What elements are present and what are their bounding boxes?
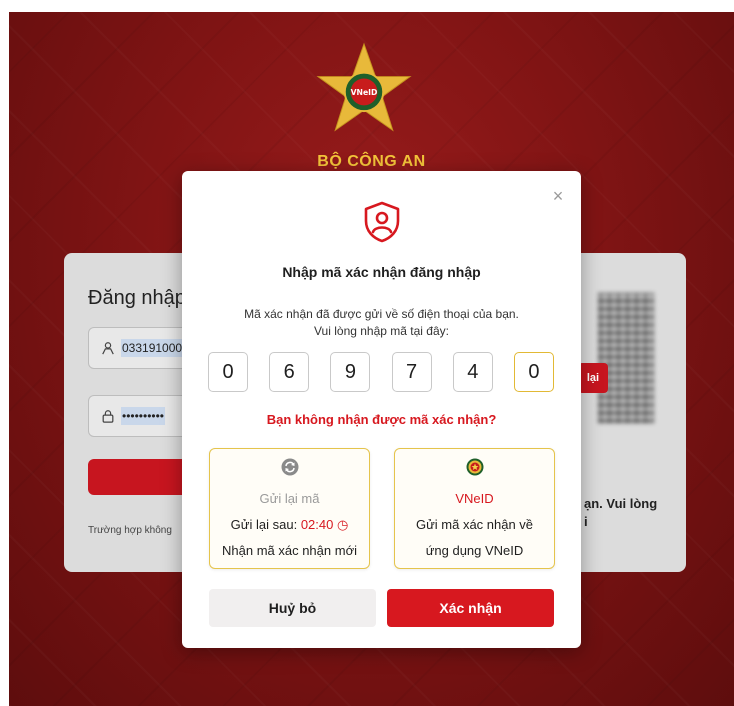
modal-description-line1: Mã xác nhận đã được gửi về số điện thoại… (244, 307, 519, 321)
vneid-line2: ứng dụng VNeID (425, 543, 524, 558)
resend-countdown: Gửi lại sau: 02:40 ◷ (210, 517, 369, 533)
background-side-text-1: ạn. Vui lòng (584, 496, 658, 511)
clock-icon: ◷ (336, 517, 349, 532)
otp-digit-4[interactable]: 7 (391, 352, 432, 392)
otp-digit-5[interactable]: 4 (452, 352, 493, 392)
countdown-label: Gửi lại sau: (230, 517, 298, 532)
vneid-line1: Gửi mã xác nhận về (415, 517, 534, 532)
otp-digit-6[interactable]: 0 (513, 352, 554, 392)
otp-digit-2[interactable]: 6 (269, 352, 310, 392)
resend-subtitle: Nhận mã xác nhận mới (222, 543, 357, 558)
user-icon (102, 342, 114, 355)
background-footer-text: Trường hợp không (88, 525, 172, 536)
lock-icon (102, 410, 114, 423)
username-value: 033191000 (121, 339, 184, 357)
otp-digit-3[interactable]: 9 (330, 352, 371, 392)
no-code-link[interactable]: Bạn không nhận được mã xác nhận? (182, 412, 581, 427)
background-side-text-2: i (584, 514, 588, 529)
modal-description: Mã xác nhận đã được gửi về số điện thoại… (182, 306, 581, 340)
login-title: Đăng nhập (88, 287, 186, 309)
background-side-tag[interactable]: lại (578, 363, 608, 393)
emblem-text: VNeID (351, 88, 378, 97)
resend-title: Gửi lại mã (259, 491, 320, 506)
qr-code (598, 293, 654, 423)
organization-name: BỘ CÔNG AN (317, 153, 426, 170)
countdown-value: 02:40 (300, 517, 334, 532)
confirm-button[interactable]: Xác nhận (387, 589, 554, 627)
cancel-button[interactable]: Huỷ bỏ (209, 589, 376, 627)
vneid-option[interactable]: VNeID Gửi mã xác nhận về ứng dụng VNeID (394, 448, 555, 569)
resend-code-option[interactable]: Gửi lại mã Gửi lại sau: 02:40 ◷ Nhận mã … (209, 448, 370, 569)
otp-modal: × Nhập mã xác nhận đăng nhập Mã xác nhận… (182, 171, 581, 648)
shield-user-icon (364, 201, 400, 243)
vneid-emblem-icon (466, 458, 484, 476)
otp-digit-1[interactable]: 0 (208, 352, 248, 392)
refresh-icon (281, 458, 299, 476)
background-side-text: ạn. Vui lòng i (584, 495, 684, 531)
modal-description-line2: Vui lòng nhập mã tại đây: (314, 324, 449, 338)
password-value: •••••••••• (121, 407, 166, 425)
close-icon[interactable]: × (549, 187, 567, 205)
vneid-title: VNeID (455, 491, 494, 506)
modal-title: Nhập mã xác nhận đăng nhập (282, 264, 481, 280)
ministry-emblem-icon: VNeID (316, 42, 412, 132)
otp-input-row: 0 6 9 7 4 0 (208, 352, 554, 392)
